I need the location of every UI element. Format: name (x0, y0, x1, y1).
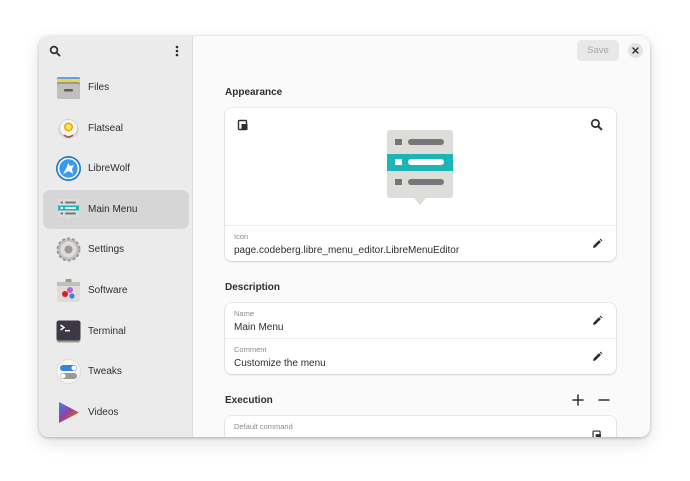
description-card: Name Main Menu Comment Customize the men… (225, 303, 616, 374)
appearance-card: Icon page.codeberg.libre_menu_editor.Lib… (225, 108, 616, 261)
name-label: Name (234, 309, 255, 318)
edit-icon[interactable] (590, 350, 604, 364)
edit-icon[interactable] (590, 237, 604, 251)
edit-icon[interactable] (590, 314, 604, 328)
search-icon (49, 45, 61, 57)
app-item-librewolf[interactable]: LibreWolf (43, 149, 189, 188)
tweaks-icon (56, 359, 81, 385)
close-button[interactable] (628, 43, 643, 58)
librewolf-icon (56, 156, 81, 182)
comment-row[interactable]: Comment Customize the menu (225, 338, 616, 373)
sidebar-header (39, 36, 192, 66)
app-item-files[interactable]: Files (43, 68, 189, 107)
flatseal-icon (58, 118, 79, 139)
save-button[interactable]: Save (577, 40, 619, 61)
app-item-main-menu[interactable]: Main Menu (43, 189, 189, 229)
main-menu-button[interactable] (165, 39, 189, 63)
description-section-title: Description (225, 282, 281, 293)
settings-icon (56, 237, 81, 262)
execution-card: Default command (225, 416, 616, 437)
search-button[interactable] (43, 39, 67, 63)
app-item-settings[interactable]: Settings (43, 230, 189, 269)
main-content: Save Appearance Icon page.codeberg.libre… (193, 36, 650, 437)
main-menu-icon (58, 198, 79, 220)
app-label: Software (88, 284, 128, 296)
app-window: Files Flatseal LibreWolf Main Menu Setti… (39, 36, 650, 437)
comment-label: Comment (234, 345, 267, 354)
icon-search-button[interactable] (590, 118, 604, 132)
execution-section-title: Execution (225, 395, 273, 406)
search-icon (590, 118, 603, 131)
videos-icon (59, 401, 79, 423)
remove-command-button[interactable] (597, 393, 613, 409)
name-value: Main Menu (234, 322, 284, 333)
icon-value: page.codeberg.libre_menu_editor.LibreMen… (234, 245, 460, 256)
minus-icon (598, 399, 610, 401)
app-label: Main Menu (88, 203, 138, 215)
paste-icon (237, 119, 248, 131)
main-menu-preview-icon (387, 130, 453, 205)
paste-icon-button[interactable] (235, 117, 251, 133)
files-icon (57, 77, 80, 99)
app-item-software[interactable]: Software (43, 271, 189, 310)
app-list: Files Flatseal LibreWolf Main Menu Setti… (43, 68, 189, 433)
app-item-videos[interactable]: Videos (43, 393, 189, 432)
app-label: LibreWolf (88, 163, 131, 175)
app-item-terminal[interactable]: Terminal (43, 312, 189, 351)
paste-icon[interactable] (590, 428, 604, 437)
comment-value: Customize the menu (234, 358, 326, 369)
default-command-label: Default command (234, 422, 293, 431)
close-icon (632, 47, 639, 54)
icon-row[interactable]: Icon page.codeberg.libre_menu_editor.Lib… (225, 225, 616, 261)
app-label: Flatseal (88, 122, 124, 134)
icon-label: Icon (234, 232, 249, 241)
software-icon (57, 278, 80, 302)
default-command-row[interactable]: Default command (225, 416, 616, 437)
name-row[interactable]: Name Main Menu (225, 303, 616, 338)
app-label: Tweaks (88, 366, 122, 378)
app-label: Settings (88, 244, 125, 256)
plus-icon (572, 394, 584, 406)
sidebar: Files Flatseal LibreWolf Main Menu Setti… (39, 36, 193, 437)
add-command-button[interactable] (571, 393, 587, 409)
app-label: Files (88, 82, 110, 93)
app-label: Terminal (88, 325, 126, 337)
icon-preview-area (225, 108, 616, 225)
app-item-flatseal[interactable]: Flatseal (43, 109, 189, 148)
appearance-section-title: Appearance (225, 87, 283, 98)
app-label: Videos (88, 406, 119, 418)
app-item-tweaks[interactable]: Tweaks (43, 352, 189, 391)
terminal-icon (56, 320, 81, 343)
kebab-menu-icon (175, 45, 179, 57)
